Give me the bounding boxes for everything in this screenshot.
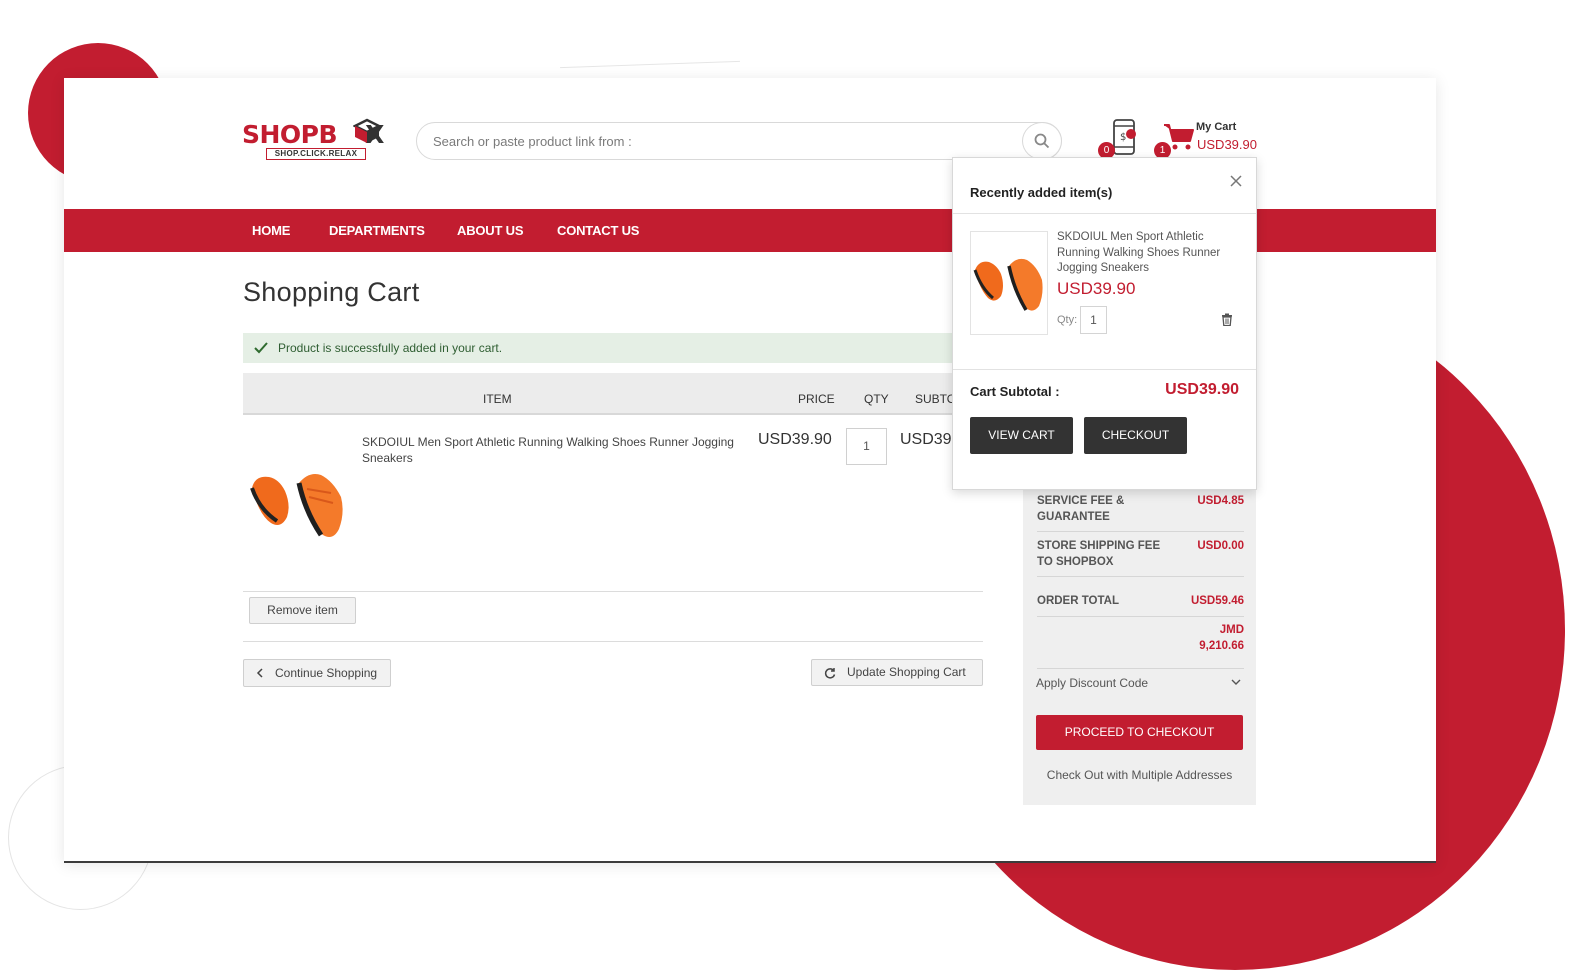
success-message-text: Product is successfully added in your ca… bbox=[278, 341, 503, 355]
search-input[interactable] bbox=[433, 123, 1013, 159]
minicart-subtotal-label: Cart Subtotal : bbox=[970, 384, 1060, 399]
proceed-to-checkout-button[interactable]: PROCEED TO CHECKOUT bbox=[1036, 715, 1243, 750]
search-bar bbox=[416, 122, 1062, 160]
summary-divider bbox=[1037, 576, 1244, 577]
multiple-addresses-link[interactable]: Check Out with Multiple Addresses bbox=[1023, 768, 1256, 782]
summary-divider bbox=[1037, 668, 1244, 669]
chevron-left-icon bbox=[256, 668, 263, 678]
stage: SHOPBX SHOP.CLICK.RELAX $ bbox=[0, 0, 1572, 976]
trash-icon[interactable] bbox=[1221, 313, 1233, 326]
success-message: Product is successfully added in your ca… bbox=[243, 333, 955, 363]
cart-table-header: ITEM PRICE QTY SUBTOTAL bbox=[243, 373, 955, 415]
shopbox-logo[interactable]: SHOPBX SHOP.CLICK.RELAX bbox=[242, 116, 392, 164]
minicart-product-image[interactable] bbox=[970, 231, 1048, 335]
service-fee-row: SERVICE FEE & GUARANTEE USD4.85 bbox=[1037, 493, 1244, 525]
order-summary: SERVICE FEE & GUARANTEE USD4.85 STORE SH… bbox=[1023, 478, 1256, 805]
search-button[interactable] bbox=[1022, 122, 1062, 160]
refresh-icon bbox=[824, 668, 836, 679]
my-cart-total[interactable]: USD39.90 bbox=[1197, 137, 1257, 152]
minicart-shoe-graphic bbox=[973, 258, 1043, 311]
chevron-down-icon bbox=[1231, 679, 1241, 685]
check-icon bbox=[254, 342, 268, 354]
local-currency-code: JMD bbox=[1219, 624, 1244, 636]
logo-tagline: SHOP.CLICK.RELAX bbox=[266, 148, 366, 160]
shipping-fee-value: USD0.00 bbox=[1197, 540, 1244, 552]
apply-discount-toggle[interactable]: Apply Discount Code bbox=[1036, 676, 1243, 690]
product-price: USD39.90 bbox=[758, 431, 832, 448]
svg-text:$: $ bbox=[1120, 132, 1126, 143]
summary-divider bbox=[1037, 616, 1244, 617]
order-total-row: ORDER TOTAL USD59.46 bbox=[1037, 593, 1244, 609]
minicart-product-price: USD39.90 bbox=[1057, 279, 1136, 298]
continue-shopping-button[interactable]: Continue Shopping bbox=[243, 659, 391, 687]
header-qty: QTY bbox=[864, 392, 889, 406]
remove-item-button[interactable]: Remove item bbox=[249, 597, 356, 624]
header-item: ITEM bbox=[483, 392, 512, 406]
product-name[interactable]: SKDOIUL Men Sport Athletic Running Walki… bbox=[362, 434, 742, 466]
nav-contact-us[interactable]: CONTACT US bbox=[557, 223, 639, 238]
my-cart-label[interactable]: My Cart bbox=[1196, 121, 1236, 133]
minicart-product-name[interactable]: SKDOIUL Men Sport Athletic Running Walki… bbox=[1057, 230, 1237, 277]
shipping-fee-row: STORE SHIPPING FEE TO SHOPBOX USD0.00 bbox=[1037, 538, 1244, 570]
continue-shopping-label: Continue Shopping bbox=[275, 666, 378, 680]
search-icon bbox=[1034, 133, 1050, 149]
minicart-qty-label: Qty: bbox=[1057, 314, 1078, 326]
update-cart-label: Update Shopping Cart bbox=[847, 665, 966, 679]
minicart-qty-input[interactable]: 1 bbox=[1080, 306, 1107, 334]
nav-home[interactable]: HOME bbox=[252, 223, 290, 238]
order-total-value: USD59.46 bbox=[1190, 595, 1244, 607]
summary-divider bbox=[1037, 531, 1244, 532]
decorative-line bbox=[560, 60, 740, 69]
close-icon[interactable] bbox=[1229, 174, 1243, 188]
minicart-checkout-button[interactable]: CHECKOUT bbox=[1084, 417, 1187, 454]
shipping-fee-label: STORE SHIPPING FEE TO SHOPBOX bbox=[1037, 540, 1161, 568]
browser-window: SHOPBX SHOP.CLICK.RELAX $ bbox=[64, 78, 1436, 863]
minicart-divider bbox=[953, 213, 1256, 214]
order-total-local: JMD 9,210.66 bbox=[1199, 622, 1244, 654]
nav-about-us[interactable]: ABOUT US bbox=[457, 223, 523, 238]
product-subtotal: USD39.90 bbox=[900, 431, 955, 448]
minicart-subtotal-value: USD39.90 bbox=[1165, 381, 1239, 398]
minicart-divider bbox=[953, 369, 1256, 370]
header-subtotal: SUBTOTAL bbox=[915, 392, 955, 406]
row-divider bbox=[243, 591, 983, 592]
nav-departments[interactable]: DEPARTMENTS bbox=[329, 223, 425, 238]
minicart-dropdown: Recently added item(s) SKDOIUL Men Sport… bbox=[952, 157, 1257, 490]
logo-wordmark-main: SHOPB bbox=[242, 120, 338, 149]
quantity-input[interactable]: 1 bbox=[846, 428, 887, 465]
service-fee-label: SERVICE FEE & GUARANTEE bbox=[1037, 495, 1125, 523]
view-cart-button[interactable]: VIEW CART bbox=[970, 417, 1073, 454]
header-price: PRICE bbox=[798, 392, 835, 406]
page-title: Shopping Cart bbox=[243, 277, 420, 307]
logo-box-icon bbox=[353, 118, 381, 143]
local-currency-amount: 9,210.66 bbox=[1199, 640, 1244, 652]
apply-discount-label: Apply Discount Code bbox=[1036, 676, 1149, 690]
service-fee-value: USD4.85 bbox=[1197, 495, 1244, 507]
actions-divider bbox=[243, 641, 983, 642]
update-cart-button[interactable]: Update Shopping Cart bbox=[811, 659, 983, 686]
minicart-title: Recently added item(s) bbox=[970, 185, 1113, 200]
product-image[interactable] bbox=[247, 453, 347, 558]
